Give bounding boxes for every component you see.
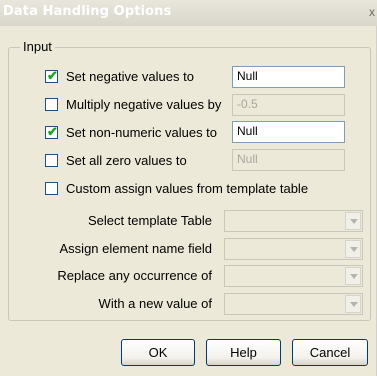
chevron-down-icon[interactable] xyxy=(345,212,361,230)
input-group-label: Input xyxy=(20,39,55,54)
chevron-down-icon[interactable] xyxy=(345,295,361,313)
checkmark-icon: ✔ xyxy=(47,68,58,83)
new-value-label: With a new value of xyxy=(98,296,212,311)
ok-button[interactable]: OK xyxy=(121,339,195,366)
select-template-combo[interactable] xyxy=(224,210,363,232)
multiply-value-input[interactable]: -0.5 xyxy=(232,94,345,116)
new-value-combo[interactable] xyxy=(224,293,363,315)
chevron-down-icon[interactable] xyxy=(345,240,361,258)
set-non-numeric-label: Set non-numeric values to xyxy=(66,125,218,140)
set-zero-label: Set all zero values to xyxy=(66,153,187,168)
custom-assign-checkbox[interactable] xyxy=(45,182,58,195)
negative-value-input[interactable]: Null xyxy=(232,66,345,88)
set-negative-checkbox[interactable]: ✔ xyxy=(45,68,58,83)
set-negative-label: Set negative values to xyxy=(66,69,194,84)
data-handling-dialog: Data Handling Options x Input ✔ Set nega… xyxy=(0,0,377,376)
select-template-label: Select template Table xyxy=(87,213,212,228)
set-zero-checkbox[interactable] xyxy=(45,154,58,167)
assign-element-label: Assign element name field xyxy=(59,241,212,256)
replace-occurrence-combo[interactable] xyxy=(224,265,363,287)
multiply-negative-label: Multiply negative values by xyxy=(66,97,222,112)
non-numeric-value-input[interactable]: Null xyxy=(232,121,345,143)
replace-occurrence-label: Replace any occurrence of xyxy=(57,268,212,283)
assign-element-combo[interactable] xyxy=(224,238,363,260)
dialog-title: Data Handling Options xyxy=(3,4,172,19)
multiply-negative-checkbox[interactable] xyxy=(45,98,58,111)
title-bar: Data Handling Options x xyxy=(0,0,377,26)
close-icon[interactable]: x xyxy=(369,5,375,19)
cancel-button[interactable]: Cancel xyxy=(292,339,368,366)
checkmark-icon: ✔ xyxy=(47,124,58,139)
zero-value-input[interactable]: Null xyxy=(232,149,345,171)
custom-assign-label: Custom assign values from template table xyxy=(66,181,309,196)
help-button[interactable]: Help xyxy=(206,339,281,366)
chevron-down-icon[interactable] xyxy=(345,267,361,285)
set-non-numeric-checkbox[interactable]: ✔ xyxy=(45,124,58,139)
